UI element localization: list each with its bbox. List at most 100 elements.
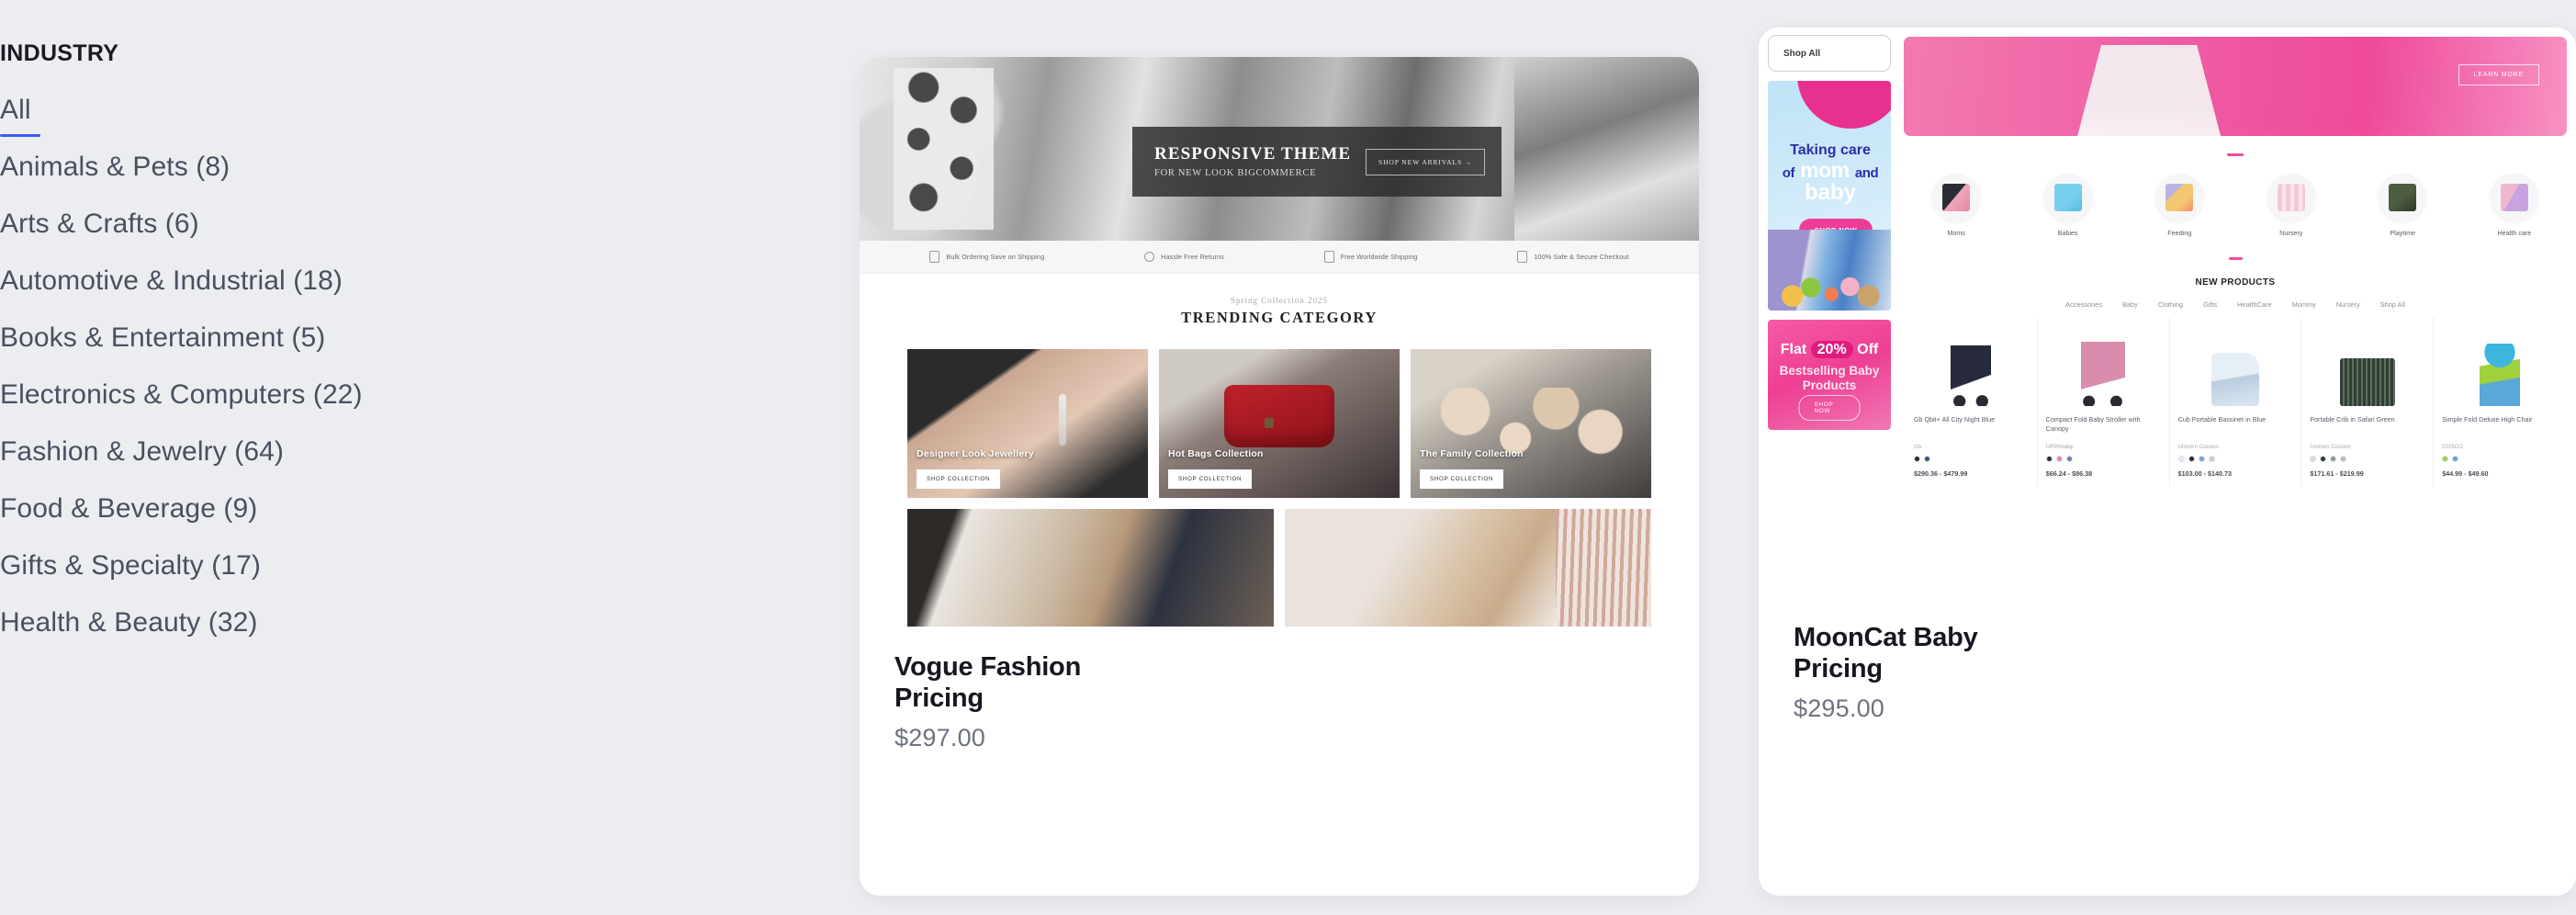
high-chair-icon bbox=[2479, 344, 2520, 406]
lifestyle-image-shopping-bags bbox=[907, 509, 1274, 627]
card-price: $297.00 bbox=[894, 723, 985, 751]
swatch[interactable] bbox=[2452, 456, 2459, 462]
sale-cta-button[interactable]: SHOP NOW bbox=[1798, 395, 1861, 421]
hero-cta-button[interactable]: SHOP NEW ARRIVALS → bbox=[1366, 148, 1486, 175]
product-swatches[interactable] bbox=[2045, 456, 2161, 462]
sale-banner-flat-20[interactable]: Flat 20% Off Bestselling Baby Products S… bbox=[1768, 320, 1891, 430]
preview-right-column: LEARN MORE Moms Babies Feeding Nursery P… bbox=[1896, 28, 2576, 487]
swatch[interactable] bbox=[2055, 456, 2063, 462]
product-tab-baby[interactable]: Baby bbox=[2122, 300, 2138, 309]
category-tile-button[interactable]: SHOP COLLECTION bbox=[1168, 469, 1253, 489]
hero-cta-button[interactable]: LEARN MORE bbox=[2458, 64, 2539, 85]
refresh-icon bbox=[1144, 252, 1155, 262]
product-swatches[interactable] bbox=[1914, 456, 2029, 462]
swatch[interactable] bbox=[2330, 456, 2337, 462]
card-title: Vogue Fashion Pricing bbox=[894, 652, 1082, 713]
category-circle-playtime[interactable]: Playtime bbox=[2356, 174, 2449, 237]
preview-left-column: Shop All Taking care of mom and baby Fla… bbox=[1759, 28, 1896, 432]
category-tile-button[interactable]: SHOP COLLECTION bbox=[917, 469, 1001, 489]
product-swatches[interactable] bbox=[2442, 456, 2557, 462]
swatch[interactable] bbox=[2188, 456, 2195, 462]
swatch[interactable] bbox=[2340, 456, 2347, 462]
product-card[interactable]: Gb Qbit+ All City Night Blue Gb $290.36 … bbox=[1906, 318, 2038, 487]
product-swatches[interactable] bbox=[2310, 456, 2424, 462]
swatch[interactable] bbox=[2442, 456, 2449, 462]
category-circle-babies[interactable]: Babies bbox=[2021, 174, 2115, 237]
sidebar-title: INDUSTRY bbox=[0, 40, 119, 66]
sidebar-item-automotive-industrial[interactable]: Automotive & Industrial (18) bbox=[0, 267, 343, 295]
product-tab-shop-all[interactable]: Shop All bbox=[2380, 300, 2405, 309]
feature-item-shipping: Free Worldwide Shipping bbox=[1323, 251, 1418, 263]
product-brand: Unicorn Cocoon bbox=[2177, 444, 2219, 450]
theme-preview-mooncat-baby[interactable]: Shop All Taking care of mom and baby Fla… bbox=[1759, 28, 2576, 597]
nursery-icon bbox=[2277, 184, 2305, 211]
category-label: Nursery bbox=[2279, 229, 2303, 237]
category-thumb bbox=[2490, 174, 2538, 221]
swatch[interactable] bbox=[2198, 456, 2205, 462]
product-tab-clothing[interactable]: Clothing bbox=[2158, 300, 2183, 309]
hero-headline: RESPONSIVE THEME bbox=[1154, 144, 1352, 164]
category-circle-nursery[interactable]: Nursery bbox=[2244, 174, 2338, 237]
promo-line-2-post: and bbox=[1854, 164, 1879, 181]
industry-facet-list: All Animals & Pets (8) Arts & Crafts (6)… bbox=[0, 96, 827, 637]
sidebar-item-food-beverage[interactable]: Food & Beverage (9) bbox=[0, 495, 257, 523]
card-meta-mooncat-baby: MoonCat Baby Pricing $295.00 bbox=[1759, 597, 2576, 723]
shop-all-tab[interactable]: Shop All bbox=[1768, 35, 1891, 72]
feeding-icon bbox=[2165, 184, 2194, 211]
category-tile-button[interactable]: SHOP COLLECTION bbox=[1420, 469, 1504, 489]
sidebar-item-label: All bbox=[0, 95, 31, 125]
product-tab-accessories[interactable]: Accessories bbox=[2065, 300, 2102, 309]
category-circle-moms[interactable]: Moms bbox=[1909, 174, 2003, 237]
category-circle-health-care[interactable]: Health care bbox=[2468, 174, 2561, 237]
product-tab-row: Accessories Baby Clothing Gifts HealthCa… bbox=[1904, 300, 2567, 309]
promo-line-1: Taking care bbox=[1790, 142, 1871, 158]
product-tab-gifts[interactable]: Gifts bbox=[2203, 300, 2217, 309]
product-card[interactable]: Cub Portable Bassinet in Blue Unicorn Co… bbox=[2170, 318, 2302, 487]
category-tile[interactable]: The Family Collection SHOP COLLECTION bbox=[1411, 349, 1651, 498]
sidebar-item-fashion-jewelry[interactable]: Fashion & Jewelry (64) bbox=[0, 438, 284, 466]
swatch[interactable] bbox=[2310, 456, 2317, 462]
sale-prefix: Flat bbox=[1780, 342, 1807, 357]
theme-card-mooncat-baby[interactable]: Shop All Taking care of mom and baby Fla… bbox=[1759, 28, 2576, 896]
promo-line-3: baby bbox=[1804, 180, 1856, 206]
promo-banner-mom-baby[interactable]: Taking care of mom and baby SHOP NOW bbox=[1768, 81, 1891, 311]
feature-label: Free Worldwide Shipping bbox=[1340, 253, 1418, 261]
category-tile-label: Hot Bags Collection bbox=[1168, 448, 1264, 459]
section-eyebrow: Spring Collection 2025 bbox=[1231, 296, 1328, 305]
category-tile[interactable]: Designer Look Jewellery SHOP COLLECTION bbox=[907, 349, 1148, 498]
sidebar-item-electronics-computers[interactable]: Electronics & Computers (22) bbox=[0, 381, 363, 409]
sale-badge: 20% bbox=[1810, 341, 1853, 358]
swatch[interactable] bbox=[2208, 456, 2215, 462]
swatch[interactable] bbox=[1914, 456, 1920, 462]
sidebar-item-books-entertainment[interactable]: Books & Entertainment (5) bbox=[0, 324, 325, 352]
product-tab-healthcare[interactable]: HealthCare bbox=[2237, 300, 2271, 309]
product-tab-mommy[interactable]: Mommy bbox=[2292, 300, 2316, 309]
lock-icon bbox=[1517, 251, 1528, 263]
category-tile[interactable]: Hot Bags Collection SHOP COLLECTION bbox=[1159, 349, 1400, 498]
product-card[interactable]: Portable Crib in Safari Green Unicorn Co… bbox=[2301, 318, 2435, 487]
swatch[interactable] bbox=[2177, 456, 2185, 462]
theme-card-vogue-fashion[interactable]: RESPONSIVE THEME FOR NEW LOOK BIGCOMMERC… bbox=[860, 57, 1699, 896]
product-tab-nursery[interactable]: Nursery bbox=[2336, 300, 2360, 309]
sidebar-item-all[interactable]: All bbox=[0, 95, 40, 137]
babies-icon bbox=[2053, 184, 2082, 211]
swatch[interactable] bbox=[2045, 456, 2053, 462]
product-swatches[interactable] bbox=[2177, 456, 2293, 462]
swatch[interactable] bbox=[1924, 456, 1930, 462]
sidebar-item-animals-pets[interactable]: Animals & Pets (8) bbox=[0, 153, 230, 181]
sidebar-item-health-beauty[interactable]: Health & Beauty (32) bbox=[0, 609, 257, 637]
category-circle-feeding[interactable]: Feeding bbox=[2132, 174, 2226, 237]
theme-preview-vogue-fashion[interactable]: RESPONSIVE THEME FOR NEW LOOK BIGCOMMERC… bbox=[860, 57, 1699, 627]
swatch[interactable] bbox=[2065, 456, 2073, 462]
product-card[interactable]: Simple Fold Deluxe High Chair COSCO $44.… bbox=[2434, 318, 2565, 487]
swatch[interactable] bbox=[2320, 456, 2327, 462]
product-image bbox=[2046, 325, 2161, 406]
health-care-icon bbox=[2500, 184, 2528, 211]
lifestyle-image-friends bbox=[1285, 509, 1651, 627]
sidebar-item-arts-crafts[interactable]: Arts & Crafts (6) bbox=[0, 210, 199, 238]
product-name: Compact Fold Baby Stroller with Canopy bbox=[2045, 415, 2141, 434]
category-tile-label: The Family Collection bbox=[1420, 448, 1524, 459]
hero-banner-pink[interactable]: LEARN MORE bbox=[1904, 37, 2567, 136]
product-card[interactable]: Compact Fold Baby Stroller with Canopy U… bbox=[2038, 318, 2170, 487]
sidebar-item-gifts-specialty[interactable]: Gifts & Specialty (17) bbox=[0, 552, 261, 580]
